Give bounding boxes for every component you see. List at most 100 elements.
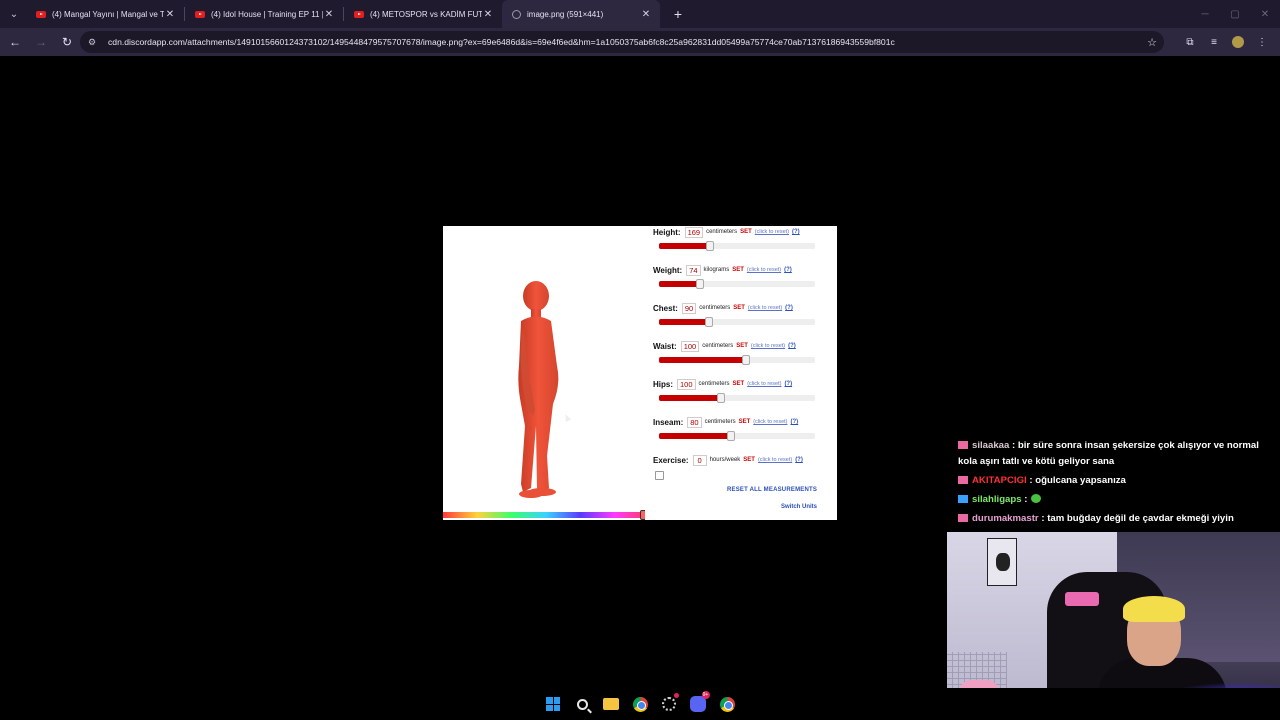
tab-2[interactable]: (4) METOSPOR vs KADİM FUTBO ✕ — [344, 0, 502, 28]
taskbar-discord[interactable]: 9+ — [684, 690, 713, 718]
address-bar[interactable]: ⚙ cdn.discordapp.com/attachments/1491015… — [80, 31, 1164, 53]
weight-slider[interactable] — [659, 279, 815, 289]
taskbar-file-explorer[interactable] — [597, 690, 626, 718]
help-link[interactable]: (?) — [788, 343, 796, 349]
chest-slider[interactable] — [659, 317, 815, 327]
media-controls-icon[interactable]: ≡ — [1202, 31, 1226, 53]
taskbar-chrome-2[interactable] — [713, 690, 742, 718]
measurement-panel: Height: 169 centimeters SET (click to re… — [645, 226, 837, 520]
url-text[interactable]: cdn.discordapp.com/attachments/149101566… — [108, 37, 1140, 47]
slider-knob[interactable] — [704, 317, 713, 327]
tab-search-button[interactable]: ⌄ — [2, 4, 26, 24]
chat-username: durumakmastr — [972, 513, 1039, 524]
tab-3-active[interactable]: image.png (591×441) ✕ — [502, 0, 660, 28]
3d-model-canvas — [443, 226, 645, 512]
help-link[interactable]: (?) — [795, 457, 803, 463]
profile-avatar[interactable] — [1226, 31, 1250, 53]
slider-fill — [659, 433, 731, 439]
waist-slider[interactable] — [659, 355, 815, 365]
bookmark-star-icon[interactable]: ☆ — [1140, 36, 1164, 49]
height-slider[interactable] — [659, 241, 815, 251]
tab-strip: ⌄ (4) Mangal Yayını | Mangal ve T ✕ (4) … — [0, 0, 1280, 28]
slider-fill — [659, 319, 709, 325]
measurement-value-input[interactable]: 74 — [686, 264, 701, 276]
reload-icon[interactable]: ↻ — [56, 31, 78, 53]
slider-fill — [659, 281, 700, 287]
close-window-icon[interactable]: ✕ — [1250, 0, 1280, 28]
chat-username: silahligaps — [972, 494, 1022, 505]
measurement-value-input[interactable]: 90 — [681, 302, 697, 314]
reset-link[interactable]: (click to reset) — [753, 419, 787, 425]
reset-all-measurements-link[interactable]: RESET ALL MEASUREMENTS — [727, 487, 817, 493]
chat-message: silahligaps : — [958, 492, 1274, 508]
menu-kebab-icon[interactable]: ⋮ — [1250, 31, 1274, 53]
browser-toolbar: ← → ↻ ⚙ cdn.discordapp.com/attachments/1… — [0, 28, 1280, 56]
close-icon[interactable]: ✕ — [482, 9, 494, 20]
close-icon[interactable]: ✕ — [164, 9, 176, 20]
window-controls: ─ ▢ ✕ — [1190, 0, 1280, 28]
measurement-value-input[interactable]: 100 — [677, 378, 696, 390]
tab-0[interactable]: (4) Mangal Yayını | Mangal ve T ✕ — [26, 0, 184, 28]
set-label: SET — [732, 381, 745, 387]
extensions-icon[interactable]: ⧉ — [1178, 31, 1202, 53]
slider-knob[interactable] — [695, 279, 704, 289]
slider-knob[interactable] — [726, 431, 735, 441]
set-label: SET — [733, 305, 745, 311]
measurement-value-input[interactable]: 80 — [687, 416, 702, 428]
chat-message: AKITAPCIGI : oğulcana yapsanıza — [958, 473, 1274, 489]
measurement-label: Inseam: — [653, 417, 684, 427]
measurement-unit: hours/week — [709, 457, 741, 463]
heart-badge-icon — [958, 476, 968, 484]
start-button[interactable] — [539, 690, 568, 718]
new-tab-button[interactable]: + — [666, 4, 690, 24]
measurement-unit: centimeters — [704, 419, 736, 425]
slider-knob[interactable] — [717, 393, 726, 403]
reset-link[interactable]: (click to reset) — [751, 343, 785, 349]
chrome-icon — [719, 696, 735, 712]
maximize-icon[interactable]: ▢ — [1220, 0, 1250, 28]
measurement-unit: centimeters — [706, 229, 738, 235]
help-link[interactable]: (?) — [784, 267, 792, 273]
chat-text: : — [1024, 494, 1028, 505]
help-link[interactable]: (?) — [785, 305, 793, 311]
help-link[interactable]: (?) — [791, 419, 799, 425]
site-info-icon[interactable]: ⚙ — [88, 37, 100, 47]
reset-link[interactable]: (click to reset) — [747, 267, 781, 273]
taskbar-settings-app[interactable] — [655, 690, 684, 718]
measurement-weight: Weight: 74 kilograms SET (click to reset… — [653, 264, 833, 289]
color-hue-slider[interactable] — [443, 512, 649, 518]
exercise-checkbox[interactable] — [655, 471, 664, 480]
minimize-icon[interactable]: ─ — [1190, 0, 1220, 28]
help-link[interactable]: (?) — [792, 229, 800, 235]
taskbar-chrome[interactable] — [626, 690, 655, 718]
tab-1[interactable]: (4) Idol House | Training EP 11 | ✕ — [185, 0, 343, 28]
help-link[interactable]: (?) — [784, 381, 792, 387]
reset-link[interactable]: (click to reset) — [747, 381, 781, 387]
measurement-value-input[interactable]: 169 — [684, 226, 704, 238]
reset-link[interactable]: (click to reset) — [755, 229, 789, 235]
measurement-label: Chest: — [653, 303, 678, 313]
chat-text: : oğulcana yapsanıza — [1029, 475, 1126, 486]
taskbar-search[interactable] — [568, 690, 597, 718]
inseam-slider[interactable] — [659, 431, 815, 441]
stream-chat-overlay: silaakaa : bir süre sonra insan şekersiz… — [958, 438, 1274, 530]
switch-units-link[interactable]: Switch Units — [781, 504, 817, 510]
slider-fill — [659, 395, 722, 401]
chrome-icon — [632, 696, 648, 712]
reset-link[interactable]: (click to reset) — [748, 305, 782, 311]
back-arrow-icon[interactable]: ← — [4, 31, 26, 53]
hips-slider[interactable] — [659, 393, 815, 403]
heart-badge-icon — [958, 441, 968, 449]
tab-title: (4) Idol House | Training EP 11 | — [211, 9, 323, 19]
youtube-icon — [354, 10, 364, 18]
measurement-value-input[interactable]: 100 — [680, 340, 700, 352]
close-icon[interactable]: ✕ — [323, 9, 335, 20]
slider-knob[interactable] — [742, 355, 751, 365]
notification-badge: 9+ — [701, 691, 710, 699]
reset-link[interactable]: (click to reset) — [758, 457, 792, 463]
slider-knob[interactable] — [706, 241, 715, 251]
measurement-chest: Chest: 90 centimeters SET (click to rese… — [653, 302, 833, 327]
close-icon[interactable]: ✕ — [640, 9, 652, 20]
measurement-value-input[interactable]: 0 — [692, 454, 707, 466]
forward-arrow-icon[interactable]: → — [30, 31, 52, 53]
